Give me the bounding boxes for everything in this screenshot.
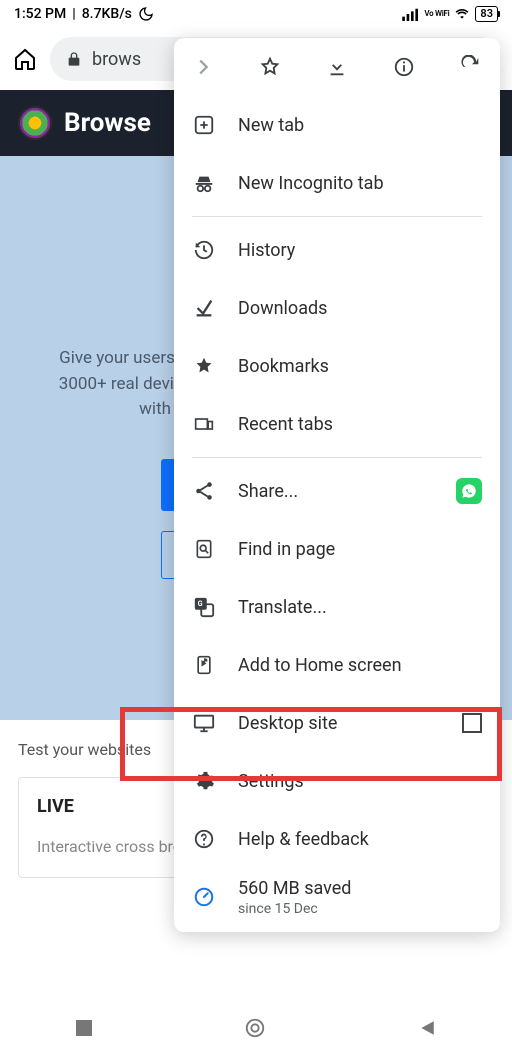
menu-list: New tab New Incognito tab History Downloads…: [174, 96, 500, 926]
site-logo-icon: [18, 106, 52, 140]
menu-action-row: [174, 38, 500, 96]
status-bar: 1:52 PM | 8.7KB/s Vo WiFi 83: [0, 0, 512, 28]
menu-item-label: Desktop site: [238, 713, 337, 734]
desktop-icon: [192, 712, 216, 734]
svg-text:G: G: [198, 599, 203, 608]
menu-item-plus-box[interactable]: New tab: [174, 96, 500, 154]
back-system-button[interactable]: [418, 1019, 436, 1037]
star-icon: [192, 355, 216, 377]
find-icon: [192, 537, 216, 561]
menu-item-label: Share...: [238, 481, 298, 502]
menu-item-label: Recent tabs: [238, 414, 333, 435]
wifi-icon: [453, 7, 471, 21]
menu-item-label: Add to Home screen: [238, 655, 402, 676]
menu-item-recent-tabs[interactable]: Recent tabs: [174, 395, 500, 453]
downloads-icon: [192, 297, 216, 319]
history-icon: [192, 239, 216, 261]
recent-tabs-icon: [192, 414, 216, 434]
whatsapp-icon: [456, 478, 482, 504]
menu-item-label: History: [238, 240, 295, 261]
signal-icon: [402, 7, 420, 21]
lock-icon: [66, 51, 82, 67]
plus-box-icon: [192, 114, 216, 136]
menu-item-label: Find in page: [238, 539, 335, 560]
info-button[interactable]: [393, 56, 415, 78]
site-title: Browse: [64, 108, 151, 138]
bookmark-button[interactable]: [259, 56, 281, 78]
menu-item-history[interactable]: History: [174, 221, 500, 279]
overflow-menu: New tab New Incognito tab History Downloads…: [174, 38, 500, 932]
recents-button[interactable]: [76, 1020, 92, 1036]
menu-item-share[interactable]: Share...: [174, 462, 500, 520]
system-nav-bar: [0, 1004, 512, 1052]
add-home-icon: [192, 653, 216, 677]
incognito-icon: [192, 172, 216, 194]
network-label: Vo WiFi: [424, 10, 449, 18]
settings-icon: [192, 770, 216, 792]
download-button[interactable]: [326, 56, 348, 78]
menu-item-label: Downloads: [238, 298, 327, 319]
url-text: brows: [92, 49, 141, 70]
menu-item-label: New Incognito tab: [238, 173, 384, 194]
lite-icon: [192, 886, 216, 908]
menu-item-label: Settings: [238, 771, 304, 792]
battery-indicator: 83: [475, 6, 498, 22]
menu-item-label: Bookmarks: [238, 356, 329, 377]
menu-item-settings[interactable]: Settings: [174, 752, 500, 810]
menu-item-star[interactable]: Bookmarks: [174, 337, 500, 395]
menu-item-add-home[interactable]: Add to Home screen: [174, 636, 500, 694]
status-time: 1:52 PM: [14, 6, 66, 22]
menu-item-downloads[interactable]: Downloads: [174, 279, 500, 337]
translate-icon: G: [192, 596, 216, 618]
status-speed: 8.7KB/s: [82, 6, 132, 22]
home-system-button[interactable]: [244, 1017, 266, 1039]
share-icon: [192, 480, 216, 502]
menu-item-help[interactable]: Help & feedback: [174, 810, 500, 868]
menu-item-label: Translate...: [238, 597, 327, 618]
menu-item-lite[interactable]: 560 MB saved since 15 Dec: [174, 868, 500, 926]
forward-button[interactable]: [192, 56, 214, 78]
menu-item-sublabel: since 15 Dec: [238, 901, 351, 917]
menu-item-label: New tab: [238, 115, 304, 136]
reload-button[interactable]: [460, 56, 482, 78]
menu-item-desktop[interactable]: Desktop site: [174, 694, 500, 752]
menu-item-translate[interactable]: G Translate...: [174, 578, 500, 636]
menu-item-label: Help & feedback: [238, 829, 369, 850]
help-icon: [192, 828, 216, 850]
desktop-site-checkbox[interactable]: [462, 713, 482, 733]
menu-item-incognito[interactable]: New Incognito tab: [174, 154, 500, 212]
menu-item-find[interactable]: Find in page: [174, 520, 500, 578]
menu-item-label: 560 MB saved: [238, 878, 351, 899]
menu-divider: [192, 457, 482, 458]
home-button[interactable]: [12, 47, 38, 71]
moon-icon: [138, 6, 154, 22]
menu-divider: [192, 216, 482, 217]
